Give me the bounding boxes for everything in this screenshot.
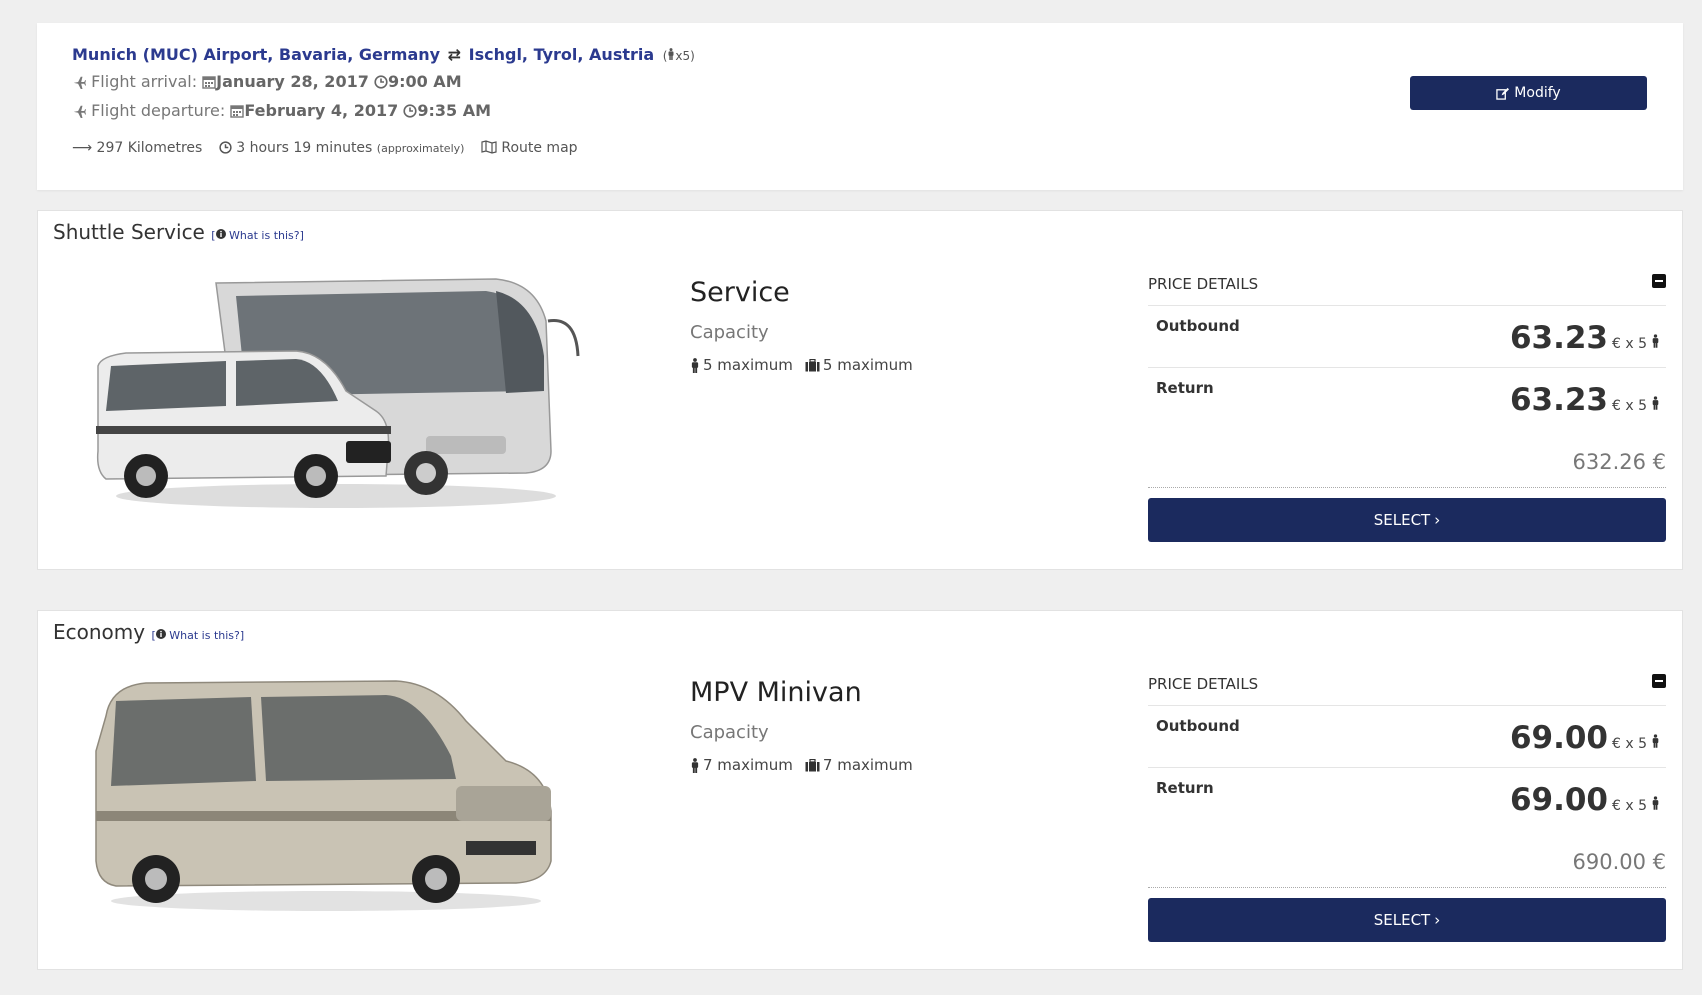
minus-square-icon[interactable] [1652, 674, 1666, 688]
total-price: 690.00 € [1572, 850, 1666, 874]
arrow-right-icon: ⟶ [72, 140, 93, 156]
route-map-link[interactable]: Route map [481, 140, 578, 156]
exchange-icon: ⇄ [447, 45, 462, 64]
capacity-label: Capacity [690, 722, 769, 743]
destination-link[interactable]: Ischgl, Tyrol, Austria [469, 45, 655, 64]
bus-and-van-image [96, 278, 580, 508]
arrival-date: January 28, 2017 [216, 72, 369, 91]
what-is-this-link[interactable]: [ What is this?] [211, 229, 304, 242]
duration: 3 hours 19 minutes [236, 140, 373, 156]
person-icon [1652, 796, 1659, 810]
total-row: 690.00 € [1148, 830, 1666, 888]
capacity-values: 5 maximum 5 maximum [690, 356, 913, 374]
minus-square-icon[interactable] [1652, 274, 1666, 288]
info-icon [215, 229, 226, 239]
suitcase-icon [805, 758, 820, 771]
chevron-right-icon: › [1434, 511, 1441, 529]
max-luggage: 5 maximum [822, 356, 913, 374]
outbound-row: Outbound 63.23 € x 5 [1148, 306, 1666, 368]
clock-icon [374, 75, 388, 89]
outbound-price: 63.23 [1509, 320, 1608, 356]
person-icon [691, 357, 699, 373]
minivan-image [95, 680, 552, 911]
person-icon [1652, 396, 1659, 410]
select-button[interactable]: SELECT › [1148, 898, 1666, 942]
plane-icon [73, 76, 86, 89]
duration-note: (approximately) [376, 142, 465, 155]
distance: 297 Kilometres [96, 140, 203, 156]
chevron-right-icon: › [1434, 911, 1441, 929]
price-details: PRICE DETAILS Outbound 69.00 € x 5 Return… [1148, 671, 1666, 942]
capacity-values: 7 maximum 7 maximum [690, 756, 913, 774]
total-row: 632.26 € [1148, 430, 1666, 488]
modify-button[interactable]: Modify [1410, 76, 1647, 110]
trip-summary: Munich (MUC) Airport, Bavaria, Germany ⇄… [37, 23, 1683, 190]
max-luggage: 7 maximum [822, 756, 913, 774]
outbound-price: 69.00 [1509, 720, 1608, 756]
departure-date: February 4, 2017 [244, 101, 399, 120]
price-details-label: PRICE DETAILS [1148, 675, 1259, 693]
origin-link[interactable]: Munich (MUC) Airport, Bavaria, Germany [72, 45, 440, 64]
map-icon [481, 140, 497, 154]
person-icon [691, 757, 699, 773]
return-price: 69.00 [1509, 782, 1608, 818]
price-details: PRICE DETAILS Outbound 63.23 € x 5 Return… [1148, 271, 1666, 542]
person-icon [1652, 734, 1659, 748]
arrival-line: Flight arrival: January 28, 2017 9:00 AM [72, 72, 462, 91]
departure-line: Flight departure: February 4, 2017 9:35 … [72, 101, 491, 120]
price-details-label: PRICE DETAILS [1148, 275, 1259, 293]
clock-icon [403, 104, 417, 118]
edit-icon [1496, 87, 1510, 100]
total-price: 632.26 € [1572, 450, 1666, 474]
what-is-this-link[interactable]: [ What is this?] [151, 629, 244, 642]
vehicle-name: MPV Minivan [690, 677, 862, 708]
max-persons: 7 maximum [703, 756, 793, 774]
plane-icon [73, 105, 86, 118]
option-card-shuttle: Shuttle Service [ What is this?] Service… [37, 210, 1683, 570]
departure-time: 9:35 AM [417, 101, 491, 120]
info-icon [155, 629, 166, 639]
calendar-icon [230, 105, 245, 118]
option-card-economy: Economy [ What is this?] MPV Minivan Cap… [37, 610, 1683, 970]
suitcase-icon [805, 358, 820, 371]
outbound-row: Outbound 69.00 € x 5 [1148, 706, 1666, 768]
max-persons: 5 maximum [703, 356, 793, 374]
return-price: 63.23 [1509, 382, 1608, 418]
vehicle-name: Service [690, 277, 790, 308]
clock-icon [219, 141, 232, 154]
return-row: Return 63.23 € x 5 [1148, 368, 1666, 430]
route-line: Munich (MUC) Airport, Bavaria, Germany ⇄… [72, 45, 695, 64]
route-meta: ⟶ 297 Kilometres 3 hours 19 minutes (app… [72, 140, 590, 156]
select-button[interactable]: SELECT › [1148, 498, 1666, 542]
category-title: Shuttle Service [53, 220, 205, 244]
arrival-time: 9:00 AM [387, 72, 462, 91]
capacity-label: Capacity [690, 322, 769, 343]
passenger-count: (x5) [662, 48, 695, 63]
person-icon [1652, 334, 1659, 348]
return-row: Return 69.00 € x 5 [1148, 768, 1666, 830]
category-title: Economy [53, 620, 146, 644]
calendar-icon [202, 76, 216, 89]
